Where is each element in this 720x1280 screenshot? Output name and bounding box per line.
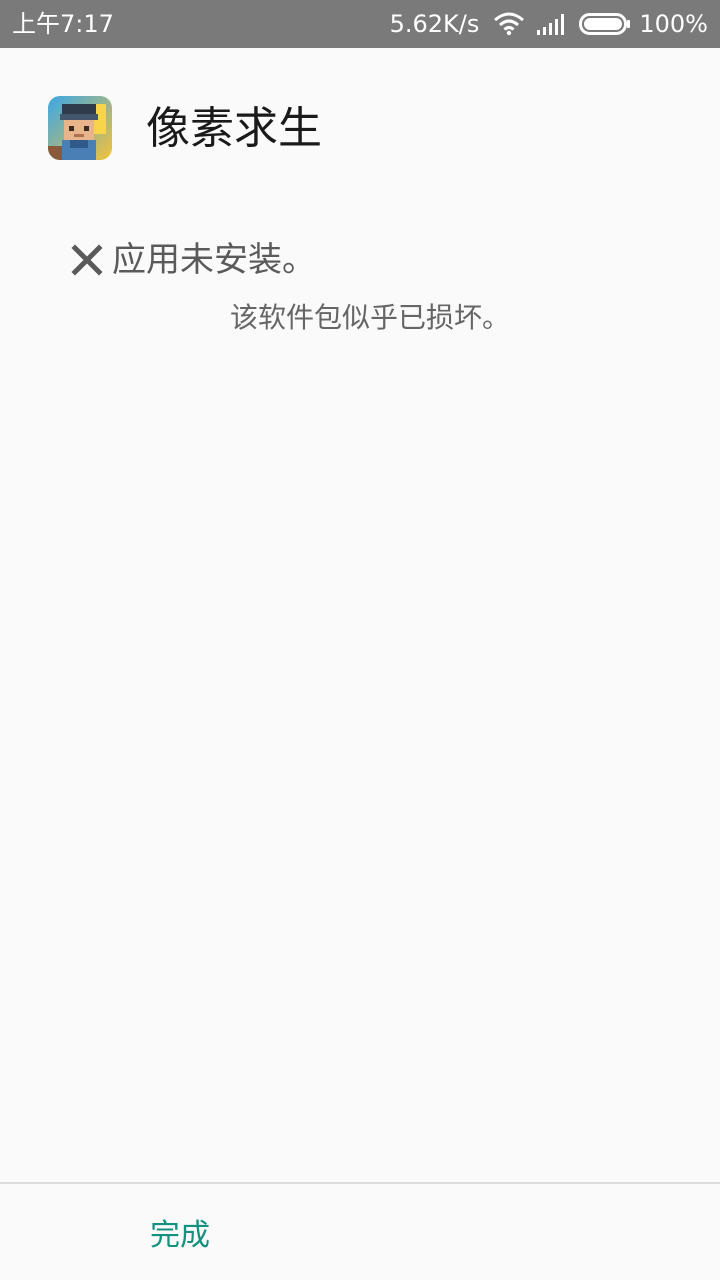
battery-percentage: 100% <box>639 10 708 38</box>
install-result: 应用未安装。 <box>70 236 316 284</box>
battery-icon <box>579 13 631 35</box>
status-indicators: 5.62K/s 100% <box>390 9 708 39</box>
done-button[interactable]: 完成 <box>0 1184 360 1280</box>
app-name: 像素求生 <box>146 103 322 154</box>
install-result-screen: 上午7:17 5.62K/s 100% 像素求生 应用未安装。 该软件包似乎已损… <box>0 0 720 1280</box>
status-bar: 上午7:17 5.62K/s 100% <box>0 0 720 48</box>
close-x-icon <box>71 244 103 276</box>
result-message: 应用未安装。 <box>112 240 316 280</box>
wifi-icon <box>494 12 525 36</box>
app-icon <box>48 96 112 160</box>
network-speed: 5.62K/s <box>389 10 480 38</box>
status-time: 上午7:17 <box>12 10 114 38</box>
cellular-signal-icon <box>537 14 565 35</box>
result-detail: 该软件包似乎已损坏。 <box>229 301 510 334</box>
